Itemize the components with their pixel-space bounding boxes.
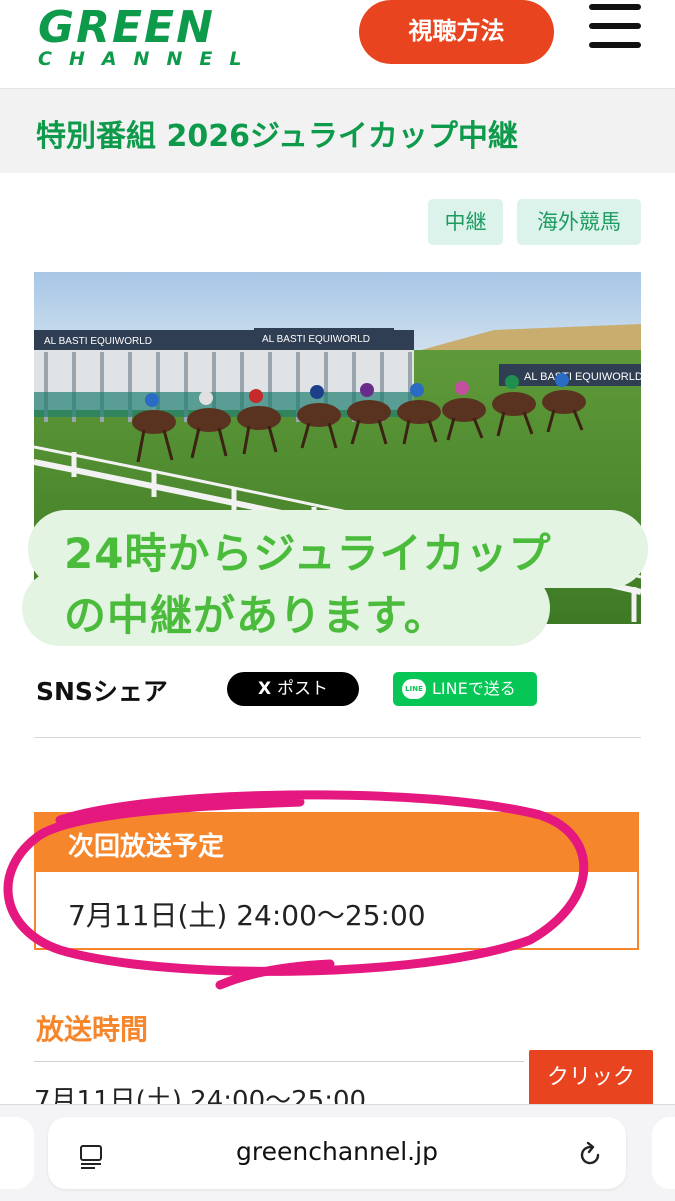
reader-mode-icon[interactable] [78, 1143, 106, 1171]
browser-address-bar: greenchannel.jp [0, 1104, 675, 1201]
tag-relay[interactable]: 中継 [428, 199, 503, 245]
caption-line-1: 24時からジュライカップ [64, 529, 552, 578]
next-broadcast-box: 次回放送予定 7月11日(土) 24:00～25:00 [34, 812, 639, 950]
page-title: 特別番組 2026ジュライカップ中継 [36, 119, 518, 154]
green-channel-logo[interactable]: GREEN CHANNEL [38, 4, 243, 74]
svg-text:AL BASTI EQUIWORLD: AL BASTI EQUIWORLD [44, 336, 152, 347]
logo-wordmark-bottom: CHANNEL [38, 48, 259, 70]
caption-line-2: の中継があります。 [64, 591, 447, 640]
url-field[interactable]: greenchannel.jp [48, 1117, 626, 1189]
tag-overseas-racing[interactable]: 海外競馬 [517, 199, 641, 245]
x-logo-icon: X [257, 679, 272, 699]
next-broadcast-header: 次回放送予定 [36, 814, 637, 872]
section-divider [34, 737, 641, 738]
svg-text:AL BASTI EQUIWORLD: AL BASTI EQUIWORLD [524, 371, 641, 383]
site-header: GREEN CHANNEL 視聴方法 [0, 0, 675, 89]
broadcast-time-heading: 放送時間 [36, 1013, 149, 1046]
line-logo-icon: LINE [402, 679, 426, 699]
title-bar: 特別番組 2026ジュライカップ中継 [0, 89, 675, 173]
line-send-label: LINEで送る [432, 679, 516, 698]
menu-bar [589, 42, 641, 48]
sns-share-label: SNSシェア [36, 677, 168, 706]
broadcast-time-divider [34, 1061, 524, 1062]
logo-wordmark-top: GREEN [38, 2, 215, 53]
hamburger-menu-icon[interactable] [589, 4, 641, 48]
x-post-label: ポスト [277, 679, 329, 699]
menu-bar [589, 4, 641, 10]
url-text: greenchannel.jp [236, 1137, 438, 1166]
reload-icon[interactable] [576, 1141, 604, 1169]
svg-text:AL BASTI EQUIWORLD: AL BASTI EQUIWORLD [262, 334, 370, 345]
next-tab-stub[interactable] [652, 1117, 675, 1189]
menu-bar [589, 23, 641, 29]
line-send-button[interactable]: LINE LINEで送る [393, 672, 537, 706]
previous-tab-stub[interactable] [0, 1117, 34, 1189]
click-button[interactable]: クリック [529, 1050, 653, 1108]
next-broadcast-heading: 次回放送予定 [68, 832, 225, 862]
next-broadcast-time: 7月11日(土) 24:00～25:00 [68, 899, 426, 932]
how-to-watch-button[interactable]: 視聴方法 [359, 0, 554, 64]
x-post-button[interactable]: X ポスト [227, 672, 359, 706]
